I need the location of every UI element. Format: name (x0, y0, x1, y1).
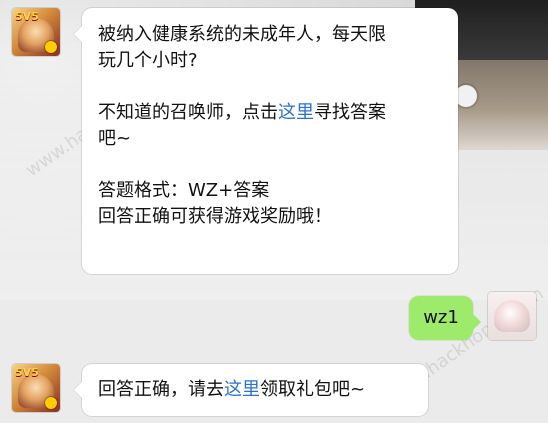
bot-avatar-2[interactable]: 5V5 (12, 364, 60, 412)
avatar-badge-text-2: 5V5 (15, 366, 39, 379)
user-avatar[interactable] (488, 292, 536, 340)
hint-prefix: 不知道的召唤师，点击 (98, 102, 278, 123)
background-cup-shape (455, 85, 477, 107)
avatar-badge-text: 5V5 (15, 10, 39, 23)
message-bubble-question[interactable]: 被纳入健康系统的未成年人，每天限 玩几个小时? 不知道的召唤师，点击这里寻找答案… (82, 8, 458, 274)
question-line-1: 被纳入健康系统的未成年人，每天限 (98, 24, 386, 45)
bot-avatar[interactable]: 5V5 (12, 8, 60, 56)
hint-suffix-1: 寻找答案 (314, 102, 386, 123)
hint-link[interactable]: 这里 (278, 102, 314, 123)
hint-line-1: 不知道的召唤师，点击这里寻找答案 (98, 100, 443, 126)
result-link[interactable]: 这里 (224, 379, 260, 400)
hint-line-2: 吧~ (98, 128, 132, 149)
game-logo-icon-2 (45, 397, 57, 409)
message-bubble-reply[interactable]: wz1 (409, 296, 481, 340)
reward-line: 回答正确可获得游戏奖励哦！ (98, 206, 332, 227)
game-logo-icon (45, 41, 57, 53)
question-line-2: 玩几个小时? (98, 50, 198, 71)
format-line: 答题格式：WZ+答案 (98, 180, 270, 201)
result-prefix: 回答正确，请去 (98, 379, 224, 400)
message-bubble-result[interactable]: 回答正确，请去这里领取礼包吧~ (82, 364, 428, 416)
result-suffix: 领取礼包吧~ (260, 379, 366, 400)
reply-text: wz1 (423, 307, 459, 328)
